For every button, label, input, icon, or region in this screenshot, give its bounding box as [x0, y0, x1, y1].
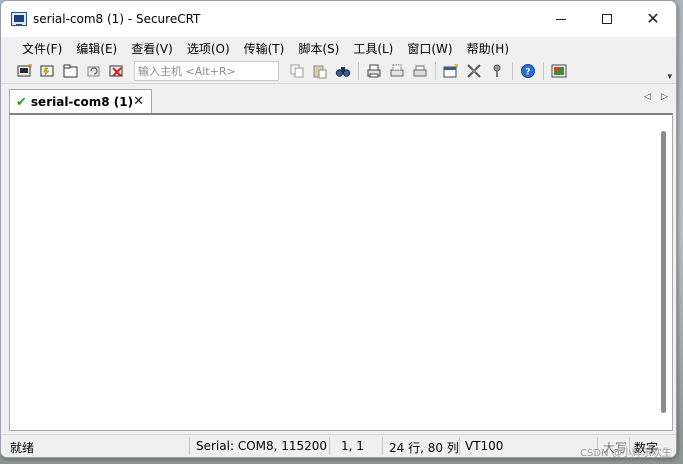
help-button[interactable]: ?	[518, 61, 538, 81]
connect-icon	[17, 64, 32, 77]
toolbar: ? ▾	[1, 59, 676, 84]
status-ready: 就绪	[10, 441, 35, 455]
connect-button[interactable]	[15, 61, 35, 81]
status-separator	[329, 437, 330, 455]
status-separator	[459, 437, 460, 455]
status-bar: 就绪 Serial: COM8, 115200 1, 1 24 行, 80 列 …	[1, 434, 676, 457]
disconnect-button[interactable]	[107, 61, 127, 81]
keymap-button[interactable]	[487, 61, 507, 81]
tab-label: serial-com8 (1)	[30, 95, 134, 109]
menu-edit[interactable]: 编辑(E)	[69, 40, 124, 57]
status-emulation: VT100	[465, 439, 504, 453]
find-icon	[335, 67, 351, 77]
securecrt-app-icon[interactable]	[11, 12, 27, 26]
maximize-icon	[602, 14, 612, 24]
toolbar-separator	[358, 62, 359, 80]
menu-transfer[interactable]: 传输(T)	[237, 40, 292, 57]
toolbar-separator	[543, 62, 544, 80]
print-selection-icon	[390, 64, 404, 77]
tab-close-icon[interactable]: ✕	[133, 94, 144, 109]
print-screen-icon	[367, 64, 381, 78]
window-title: serial-com8 (1) - SecureCRT	[33, 12, 201, 26]
session-tab-strip: ✔ serial-com8 (1) ✕ ◁ ▷	[1, 85, 676, 114]
host-input[interactable]	[134, 61, 279, 81]
title-bar[interactable]: serial-com8 (1) - SecureCRT ✕	[1, 1, 676, 37]
csdn-watermark: CSDN @小辉乐欢生	[580, 448, 672, 459]
menu-help[interactable]: 帮助(H)	[460, 40, 516, 57]
print-setup-button[interactable]	[410, 61, 430, 81]
quick-connect-icon	[40, 65, 54, 77]
tab-scroll-right-icon[interactable]: ▷	[661, 92, 668, 102]
status-separator	[382, 437, 383, 455]
menu-window[interactable]: 窗口(W)	[400, 40, 459, 57]
menu-bar: 文件(F) 编辑(E) 查看(V) 选项(O) 传输(T) 脚本(S) 工具(L…	[1, 37, 676, 59]
svg-text:?: ?	[525, 68, 530, 78]
close-icon: ✕	[646, 9, 660, 28]
toolbar-separator	[512, 62, 513, 80]
sftp-icon	[551, 64, 567, 78]
copy-button[interactable]	[287, 61, 307, 81]
find-button[interactable]	[333, 61, 353, 81]
menu-file[interactable]: 文件(F)	[15, 40, 69, 57]
connect-tab-icon	[63, 64, 78, 78]
menu-script[interactable]: 脚本(S)	[291, 40, 346, 57]
reconnect-icon	[87, 66, 100, 77]
global-options-button[interactable]	[464, 61, 484, 81]
terminal-scrollbar[interactable]	[661, 131, 666, 413]
close-button[interactable]: ✕	[630, 1, 676, 37]
minimize-icon	[556, 18, 566, 20]
reconnect-button[interactable]	[84, 61, 104, 81]
maximize-button[interactable]	[584, 1, 630, 37]
menu-options[interactable]: 选项(O)	[180, 40, 237, 57]
connected-check-icon: ✔	[16, 94, 27, 110]
keymap-icon	[493, 64, 501, 77]
copy-icon	[290, 64, 304, 78]
connect-in-tab-button[interactable]	[61, 61, 81, 81]
tab-scroll-left-icon[interactable]: ◁	[644, 92, 651, 102]
quick-connect-button[interactable]	[38, 61, 58, 81]
status-separator	[189, 437, 190, 455]
menu-view[interactable]: 查看(V)	[124, 40, 180, 57]
status-serial-config: Serial: COM8, 115200	[196, 439, 328, 453]
status-terminal-size: 24 行, 80 列	[389, 441, 459, 455]
tab-serial-com8[interactable]: ✔ serial-com8 (1) ✕	[9, 89, 152, 114]
menu-tools[interactable]: 工具(L)	[346, 40, 400, 57]
print-screen-button[interactable]	[364, 61, 384, 81]
sftp-button[interactable]	[549, 61, 569, 81]
print-setup-icon	[413, 65, 427, 77]
global-options-icon	[467, 64, 481, 78]
status-cursor-position: 1, 1	[341, 439, 364, 453]
session-options-icon	[443, 64, 458, 78]
help-icon: ?	[521, 64, 535, 78]
disconnect-icon	[109, 65, 123, 77]
toolbar-overflow-icon[interactable]: ▾	[667, 72, 672, 82]
securecrt-window: serial-com8 (1) - SecureCRT ✕ 文件(F) 编辑(E…	[0, 0, 677, 458]
paste-button[interactable]	[310, 61, 330, 81]
toolbar-separator	[435, 62, 436, 80]
print-selection-button[interactable]	[387, 61, 407, 81]
paste-icon	[313, 65, 327, 79]
session-options-button[interactable]	[441, 61, 461, 81]
minimize-button[interactable]	[538, 1, 584, 37]
terminal-area[interactable]	[9, 113, 673, 431]
